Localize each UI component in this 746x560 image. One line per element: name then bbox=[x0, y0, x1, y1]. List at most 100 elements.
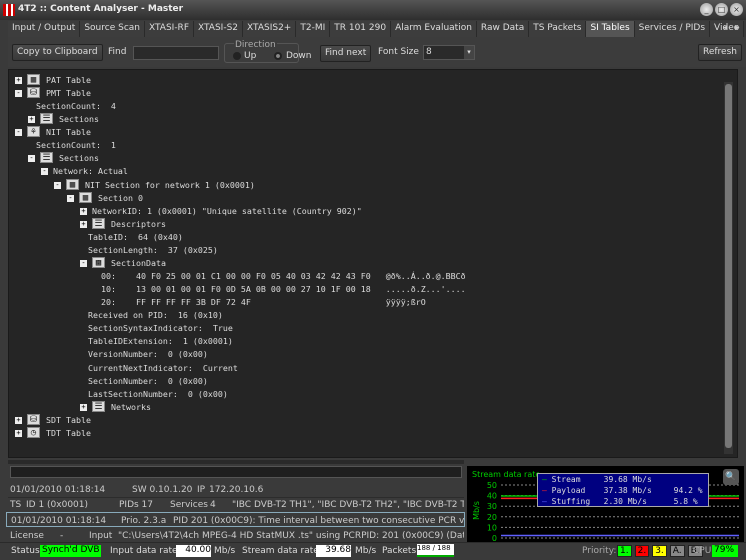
ts-id: ID 1 (0x0001) bbox=[26, 500, 89, 510]
message-bar bbox=[10, 466, 462, 478]
packets-label: Packets bbox=[382, 546, 417, 556]
tab-tr-101-290[interactable]: TR 101 290 bbox=[330, 21, 392, 37]
services-count: 4 bbox=[210, 500, 216, 510]
y-tick-label: 50 bbox=[487, 481, 497, 490]
tab-scroll-left-icon[interactable]: ◂ bbox=[723, 23, 728, 33]
tab-xtasis2-[interactable]: XTASIS2+ bbox=[243, 21, 297, 37]
tree-node[interactable]: TDT Table bbox=[46, 426, 91, 440]
down-radio[interactable] bbox=[274, 52, 282, 60]
font-size-select[interactable]: 8 ▾ bbox=[423, 45, 475, 60]
tree-node[interactable]: NIT Table bbox=[46, 125, 91, 139]
tree-node[interactable]: NetworkID: 1 (0x0001) "Unique satellite … bbox=[92, 204, 362, 218]
collapse-icon[interactable]: - bbox=[54, 181, 61, 189]
tree-node[interactable]: Section 0 bbox=[98, 191, 143, 205]
expand-icon[interactable]: + bbox=[15, 429, 22, 437]
close-button[interactable]: × bbox=[730, 3, 743, 16]
collapse-icon[interactable]: - bbox=[41, 168, 48, 176]
tree-node[interactable]: Sections bbox=[59, 112, 99, 126]
horizontal-scrollbar[interactable] bbox=[8, 460, 464, 464]
collapse-icon[interactable]: - bbox=[15, 90, 22, 98]
maximize-button[interactable]: □ bbox=[715, 3, 728, 16]
tree-node[interactable]: SectionNumber: 0 (0x00) bbox=[88, 374, 208, 388]
legend-entry: — Stream 39.68 Mb/s bbox=[542, 475, 674, 484]
expand-icon[interactable]: + bbox=[80, 207, 87, 215]
input-rate-label: Input data rate bbox=[110, 546, 178, 556]
tab-services-pids[interactable]: Services / PIDs bbox=[634, 21, 711, 37]
tree-node[interactable]: LastSectionNumber: 0 (0x00) bbox=[88, 387, 228, 401]
tab-t2-mi[interactable]: T2-MI bbox=[296, 21, 331, 37]
tree-node[interactable]: 10: 13 00 01 00 01 F0 0D 5A 0B 00 00 27 … bbox=[101, 282, 466, 296]
tree-node[interactable]: SectionCount: 1 bbox=[36, 138, 116, 152]
list-icon: ☰ bbox=[92, 217, 105, 229]
tab-input-output[interactable]: Input / Output bbox=[8, 21, 81, 37]
input-rate-unit: Mb/s bbox=[214, 546, 236, 556]
tree-node[interactable]: SDT Table bbox=[46, 413, 91, 427]
tree-node[interactable]: 00: 40 F0 25 00 01 C1 00 00 F0 05 40 03 … bbox=[101, 269, 466, 283]
tab-source-scan[interactable]: Source Scan bbox=[80, 21, 145, 37]
database-icon: ⛁ bbox=[27, 413, 40, 425]
cpu-value: 79% bbox=[712, 545, 738, 557]
stream-rate-chart: Stream data rate Mb/s 50 40 30 20 10 0 — Stre… bbox=[467, 466, 744, 542]
pid-count: PIDs 17 bbox=[119, 500, 154, 510]
chart-legend: — Stream 39.68 Mb/s — Payload 37.38 Mb/s 94.… bbox=[537, 473, 709, 507]
expand-icon[interactable]: + bbox=[15, 77, 22, 84]
expand-icon[interactable]: + bbox=[80, 403, 87, 411]
font-size-label: Font Size bbox=[378, 47, 419, 57]
tab-xtasi-rf[interactable]: XTASI-RF bbox=[144, 21, 194, 37]
tree-node[interactable]: Networks bbox=[111, 400, 151, 414]
alarm-date: 01/01/2010 01:18:14 bbox=[11, 516, 107, 526]
copy-to-clipboard-button[interactable]: Copy to Clipboard bbox=[12, 44, 103, 61]
zoom-icon[interactable]: 🔍 bbox=[723, 469, 739, 485]
priority-3: 3. bbox=[652, 545, 667, 557]
tab-raw-data[interactable]: Raw Data bbox=[476, 21, 530, 37]
collapse-icon[interactable]: - bbox=[80, 259, 87, 267]
legend-value: 37.38 Mb/s bbox=[603, 486, 652, 495]
find-input[interactable] bbox=[133, 46, 219, 60]
alarm-row[interactable]: 01/01/2010 01:18:14 Prio. 2.3.a PID 201 … bbox=[6, 512, 465, 527]
tree-node[interactable]: TableIDExtension: 1 (0x0001) bbox=[88, 334, 233, 348]
expand-icon[interactable]: + bbox=[80, 220, 87, 228]
ts-label: TS bbox=[10, 500, 22, 510]
collapse-icon[interactable]: - bbox=[15, 129, 22, 137]
tab-scroll-right-icon[interactable]: ▸ bbox=[735, 23, 740, 33]
tree-node[interactable]: TableID: 64 (0x40) bbox=[88, 230, 183, 244]
tree-node[interactable]: SectionSyntaxIndicator: True bbox=[88, 321, 233, 335]
tab-si-tables[interactable]: SI Tables bbox=[586, 21, 635, 37]
down-label: Down bbox=[286, 51, 312, 61]
minimize-button[interactable]: _ bbox=[700, 3, 713, 16]
tab-alarm-evaluation[interactable]: Alarm Evaluation bbox=[391, 21, 477, 37]
refresh-button[interactable]: Refresh bbox=[698, 44, 742, 61]
services-label: Services bbox=[170, 500, 208, 510]
tree-node[interactable]: SectionCount: 4 bbox=[36, 99, 116, 113]
tab-xtasi-s2[interactable]: XTASI-S2 bbox=[194, 21, 244, 37]
tree-node[interactable]: NIT Section for network 1 (0x0001) bbox=[85, 178, 255, 192]
tree-node[interactable]: Descriptors bbox=[111, 217, 166, 231]
chevron-down-icon[interactable]: ▾ bbox=[464, 46, 474, 59]
sync-status: Synch'd DVB bbox=[40, 545, 101, 557]
tree-node[interactable]: PMT Table bbox=[46, 86, 91, 100]
tree-node[interactable]: 20: FF FF FF FF 3B DF 72 4F ÿÿÿÿ;ßrO bbox=[101, 295, 426, 309]
tree-node[interactable]: VersionNumber: 0 (0x00) bbox=[88, 347, 208, 361]
find-next-button[interactable]: Find next bbox=[320, 45, 372, 62]
tree-node[interactable]: SectionLength: 37 (0x025) bbox=[88, 243, 218, 257]
collapse-icon[interactable]: - bbox=[28, 155, 35, 163]
window-title: 4T2 :: Content Analyser - Master bbox=[18, 4, 184, 14]
tree-node[interactable]: Received on PID: 16 (0x10) bbox=[88, 308, 223, 322]
direction-label: Direction bbox=[234, 40, 277, 50]
legend-pct: 5.8 % bbox=[673, 497, 698, 506]
up-radio[interactable] bbox=[233, 52, 241, 60]
collapse-icon[interactable]: - bbox=[67, 194, 74, 202]
input-rate-value: 40.00 bbox=[176, 545, 211, 557]
tree-node[interactable]: CurrentNextIndicator: Current bbox=[88, 361, 238, 375]
tree-scrollbar-thumb[interactable] bbox=[725, 84, 732, 448]
expand-icon[interactable]: + bbox=[15, 416, 22, 424]
tree-node[interactable]: PAT Table bbox=[46, 73, 91, 87]
legend-entry: — Payload 37.38 Mb/s 94.2 % bbox=[542, 486, 703, 495]
software-version: SW 0.10.1.20 bbox=[132, 485, 193, 495]
tree-node[interactable]: SectionData bbox=[111, 256, 166, 270]
tree-node[interactable]: Sections bbox=[59, 151, 99, 165]
expand-icon[interactable]: + bbox=[28, 116, 35, 124]
tree-node[interactable]: Network: Actual bbox=[53, 164, 128, 178]
tab-ts-packets[interactable]: TS Packets bbox=[529, 21, 587, 37]
tab-bar: Input / Output Source Scan XTASI-RF XTASI-S… bbox=[8, 21, 745, 37]
